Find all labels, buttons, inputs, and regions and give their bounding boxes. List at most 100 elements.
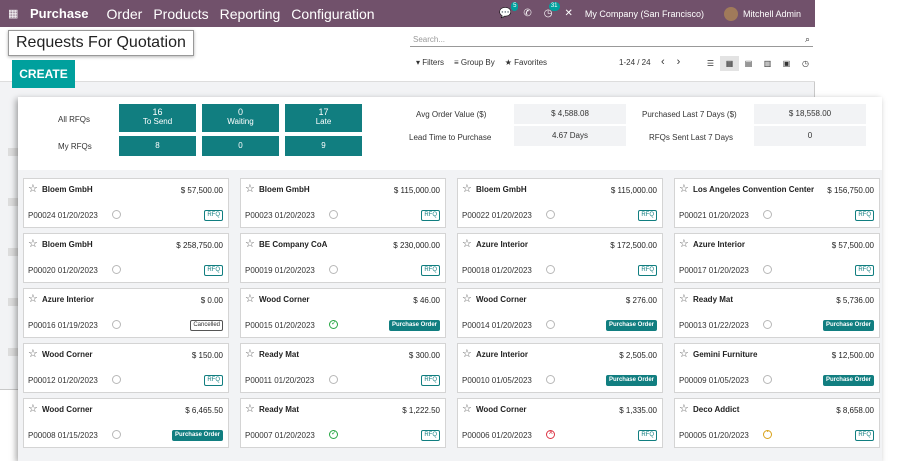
rfq-card[interactable]: ☆ Azure Interior $ 57,500.00 P00017 01/20/2… [674,233,880,283]
priority-star-icon[interactable]: ☆ [245,182,255,195]
rfq-card[interactable]: ☆ Azure Interior $ 0.00 P00016 01/19/2023 Ca… [23,288,229,338]
rfq-card[interactable]: ☆ Azure Interior $ 172,500.00 P00018 01/20/… [457,233,663,283]
rfq-card[interactable]: ☆ Deco Addict $ 8,658.00 P00005 01/20/2023 R… [674,398,880,448]
debug-tools-icon[interactable]: ✕ [565,8,573,19]
rfq-card[interactable]: ☆ Bloem GmbH $ 115,000.00 P00022 01/20/2023… [457,178,663,228]
priority-star-icon[interactable]: ☆ [679,292,689,305]
kanban-view-icon[interactable]: ▦ [720,56,739,71]
rfq-card[interactable]: ☆ Wood Corner $ 150.00 P00012 01/20/2023 RFQ [23,343,229,393]
pager-previous-icon[interactable]: ‹ [661,56,665,68]
late-my-button[interactable]: 9 [285,136,362,156]
activity-clock-icon[interactable] [112,375,121,384]
pivot-view-icon[interactable]: ▤ [739,56,758,71]
priority-star-icon[interactable]: ☆ [462,402,472,415]
activity-clock-icon[interactable] [546,375,555,384]
filters-button[interactable]: ▾ Filters [416,58,444,67]
rfq-card[interactable]: ☆ Wood Corner $ 1,335.00 P00006 01/20/2023 R… [457,398,663,448]
graph-view-icon[interactable]: ▥ [758,56,777,71]
priority-star-icon[interactable]: ☆ [28,347,38,360]
activity-clock-icon[interactable] [546,428,555,439]
priority-star-icon[interactable]: ☆ [462,347,472,360]
priority-star-icon[interactable]: ☆ [28,237,38,250]
menu-configuration[interactable]: Configuration [291,6,374,22]
activity-clock-icon[interactable] [112,320,121,329]
order-amount: $ 115,000.00 [393,186,440,195]
status-badge: Purchase Order [822,320,874,331]
rfq-card[interactable]: ☆ Ready Mat $ 300.00 P00011 01/20/2023 RFQ [240,343,446,393]
priority-star-icon[interactable]: ☆ [462,182,472,195]
priority-star-icon[interactable]: ☆ [679,182,689,195]
priority-star-icon[interactable]: ☆ [28,292,38,305]
to-send-all-button[interactable]: 16 To Send [119,104,196,132]
rfq-card[interactable]: ☆ Bloem GmbH $ 115,000.00 P00023 01/20/2023… [240,178,446,228]
activity-clock-icon[interactable] [329,265,338,274]
group-by-button[interactable]: ≡ Group By [454,58,495,67]
priority-star-icon[interactable]: ☆ [245,402,255,415]
vendor-name: Wood Corner [42,350,93,359]
rfq-card[interactable]: ☆ Bloem GmbH $ 57,500.00 P00024 01/20/2023 R… [23,178,229,228]
activity-clock-icon[interactable] [546,265,555,274]
to-send-my-button[interactable]: 8 [119,136,196,156]
priority-star-icon[interactable]: ☆ [245,347,255,360]
activity-clock-icon[interactable] [763,375,772,384]
activity-view-icon[interactable]: ◷ [796,56,815,71]
priority-star-icon[interactable]: ☆ [28,402,38,415]
activity-clock-icon[interactable] [329,375,338,384]
priority-star-icon[interactable]: ☆ [679,402,689,415]
apps-menu-icon[interactable]: ▦ [8,7,26,20]
late-all-button[interactable]: 17 Late [285,104,362,132]
waiting-my-button[interactable]: 0 [202,136,279,156]
menu-order[interactable]: Order [107,6,143,22]
priority-star-icon[interactable]: ☆ [679,347,689,360]
activity-icon[interactable]: ◷ 31 [544,2,560,19]
rfq-card[interactable]: ☆ BE Company CoA $ 230,000.00 P00019 01/20/… [240,233,446,283]
activity-clock-icon[interactable] [763,265,772,274]
priority-star-icon[interactable]: ☆ [462,292,472,305]
pager-next-icon[interactable]: › [677,56,681,68]
rfq-card[interactable]: ☆ Wood Corner $ 46.00 P00015 01/20/2023 Purc… [240,288,446,338]
priority-star-icon[interactable]: ☆ [679,237,689,250]
chat-icon[interactable]: 💬 5 [499,2,519,19]
activity-clock-icon[interactable] [329,429,338,439]
list-view-icon[interactable]: ☰ [701,56,720,71]
priority-star-icon[interactable]: ☆ [245,292,255,305]
status-badge: RFQ [421,430,440,441]
activity-clock-icon[interactable] [763,426,772,439]
avatar[interactable] [723,6,738,21]
priority-star-icon[interactable]: ☆ [28,182,38,195]
waiting-all-button[interactable]: 0 Waiting [202,104,279,132]
activity-clock-icon[interactable] [763,320,772,329]
activity-clock-icon[interactable] [329,319,338,329]
activity-clock-icon[interactable] [546,210,555,219]
activity-clock-icon[interactable] [763,210,772,219]
activity-clock-icon[interactable] [112,210,121,219]
rfq-card[interactable]: ☆ Los Angeles Convention Center $ 156,750.… [674,178,880,228]
calendar-view-icon[interactable]: ▣ [777,56,796,71]
app-name[interactable]: Purchase [30,6,89,21]
vendor-name: Deco Addict [693,405,740,414]
company-switcher[interactable]: My Company (San Francisco) [585,9,704,19]
rfq-card[interactable]: ☆ Gemini Furniture $ 12,500.00 P00009 01/05… [674,343,880,393]
priority-star-icon[interactable]: ☆ [245,237,255,250]
menu-reporting[interactable]: Reporting [220,6,281,22]
rfq-card[interactable]: ☆ Wood Corner $ 276.00 P00014 01/20/2023 Pur… [457,288,663,338]
favorites-button[interactable]: ★ Favorites [505,58,547,67]
phone-icon[interactable]: ✆ [523,8,531,19]
rfq-card[interactable]: ☆ Ready Mat $ 5,736.00 P00013 01/22/2023 Pur… [674,288,880,338]
menu-products[interactable]: Products [153,6,208,22]
create-button[interactable]: CREATE [12,60,75,88]
priority-star-icon[interactable]: ☆ [462,237,472,250]
pager-value[interactable]: 1-24 / 24 [619,58,651,67]
order-amount: $ 115,000.00 [610,186,657,195]
activity-clock-icon[interactable] [329,210,338,219]
rfq-card[interactable]: ☆ Bloem GmbH $ 258,750.00 P00020 01/20/2023… [23,233,229,283]
search-icon[interactable]: ⌕ [805,34,810,45]
rfq-card[interactable]: ☆ Ready Mat $ 1,222.50 P00007 01/20/2023 RFQ [240,398,446,448]
search-input[interactable]: Search... [410,32,813,47]
activity-clock-icon[interactable] [546,320,555,329]
activity-clock-icon[interactable] [112,265,121,274]
rfq-card[interactable]: ☆ Wood Corner $ 6,465.50 P00008 01/15/2023 P… [23,398,229,448]
rfq-card[interactable]: ☆ Azure Interior $ 2,505.00 P00010 01/05/20… [457,343,663,393]
user-menu[interactable]: Mitchell Admin [743,9,801,19]
activity-clock-icon[interactable] [112,430,121,439]
